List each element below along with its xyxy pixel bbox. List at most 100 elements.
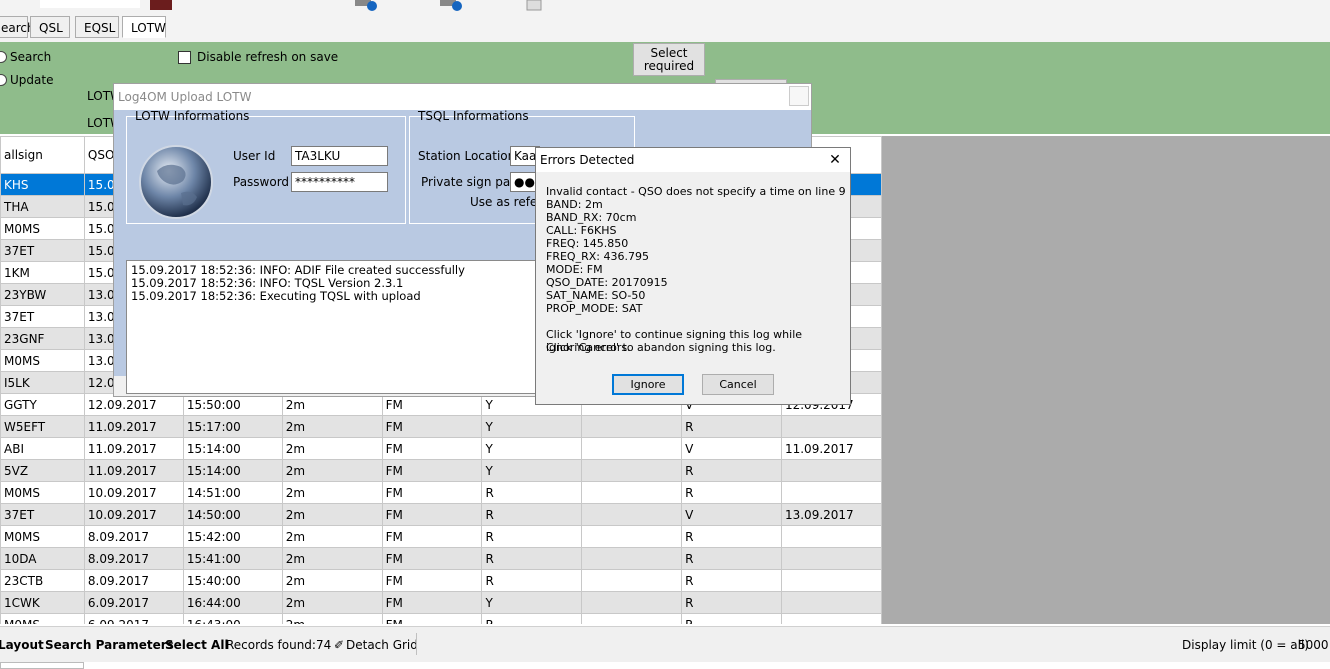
toolbar-field[interactable] <box>40 0 140 8</box>
book-icon[interactable] <box>150 0 172 10</box>
select-required-button[interactable]: Select required <box>633 43 705 76</box>
table-cell: 15:14:00 <box>182 459 283 482</box>
table-cell: 8.09.2017 <box>83 569 184 592</box>
table-cell: 8.09.2017 <box>83 547 184 570</box>
display-limit-value[interactable]: 5000 <box>1298 638 1329 652</box>
table-cell: 10.09.2017 <box>83 503 184 526</box>
error-line: BAND_RX: 70cm <box>546 211 637 224</box>
table-cell: R <box>481 481 583 504</box>
errors-dialog-title: Errors Detected <box>540 153 635 167</box>
table-cell: I5LK <box>0 371 85 394</box>
error-line: MODE: FM <box>546 263 603 276</box>
error-line: CALL: F6KHS <box>546 224 617 237</box>
table-cell: THA <box>0 195 85 218</box>
tab-search[interactable]: earch <box>0 16 35 38</box>
table-cell: 11.09.2017 <box>780 437 882 460</box>
radio-update[interactable] <box>0 74 7 86</box>
search-parameters-button[interactable]: Search Parameters <box>45 638 174 652</box>
tsql-info-title: TSQL Informations <box>418 109 529 123</box>
table-cell: R <box>681 481 782 504</box>
private-sign-label: Private sign pass <box>421 175 523 189</box>
table-cell: ABI <box>0 437 85 460</box>
table-cell <box>780 415 882 438</box>
records-found-label: Records found: <box>226 638 316 652</box>
table-cell: V <box>681 503 782 526</box>
table-cell: 5VZ <box>0 459 85 482</box>
download-icon-2[interactable] <box>440 0 462 12</box>
table-cell: FM <box>381 459 483 482</box>
table-cell: FM <box>381 569 483 592</box>
close-icon[interactable]: ✕ <box>826 151 844 169</box>
table-cell: R <box>481 547 583 570</box>
tab-eqsl[interactable]: EQSL <box>75 16 119 38</box>
layout-button[interactable]: Layout <box>0 638 44 652</box>
table-cell: 6.09.2017 <box>83 591 184 614</box>
radio-search[interactable] <box>0 51 7 63</box>
upload-log[interactable]: 15.09.2017 18:52:36: INFO: ADIF File cre… <box>126 260 546 394</box>
table-cell: FM <box>381 437 483 460</box>
table-cell <box>780 569 882 592</box>
error-line: BAND: 2m <box>546 198 603 211</box>
table-cell: 37ET <box>0 305 85 328</box>
table-row[interactable]: 23CTB 8.09.2017 15:40:00 2m FM R R <box>0 569 882 592</box>
table-row[interactable]: W5EFT 11.09.2017 15:17:00 2m FM Y R <box>0 415 882 438</box>
lotw-info-title: LOTW Informations <box>135 109 250 123</box>
table-cell: 16:44:00 <box>182 591 283 614</box>
close-icon[interactable] <box>789 86 809 106</box>
error-line: Invalid contact - QSO does not specify a… <box>546 185 846 198</box>
table-cell: 2m <box>281 613 383 624</box>
table-cell: 37ET <box>0 503 85 526</box>
table-row[interactable]: ABI 11.09.2017 15:14:00 2m FM Y V 11.09.2017 <box>0 437 882 460</box>
table-row[interactable]: 1CWK 6.09.2017 16:44:00 2m FM Y R <box>0 591 882 614</box>
document-icon[interactable] <box>525 0 547 12</box>
cancel-button[interactable]: Cancel <box>702 374 774 395</box>
log-line: 15.09.2017 18:52:36: Executing TQSL with… <box>131 289 421 303</box>
table-cell: R <box>681 613 782 624</box>
table-cell: Y <box>481 437 583 460</box>
table-cell: 2m <box>281 437 383 460</box>
download-icon[interactable] <box>355 0 377 12</box>
table-cell: R <box>681 569 782 592</box>
table-cell: 11.09.2017 <box>83 415 184 438</box>
table-cell: M0MS <box>0 481 85 504</box>
errors-detected-dialog: Errors Detected ✕ Invalid contact - QSO … <box>535 147 851 405</box>
table-row[interactable]: M0MS 8.09.2017 15:42:00 2m FM R R <box>0 525 882 548</box>
table-cell: 1CWK <box>0 591 85 614</box>
table-cell: Y <box>481 415 583 438</box>
table-cell <box>581 437 683 460</box>
user-id-input[interactable]: TA3LKU <box>291 146 388 166</box>
detach-grid-button[interactable]: Detach Grid <box>346 638 418 652</box>
table-cell: R <box>681 525 782 548</box>
table-row[interactable]: 10DA 8.09.2017 15:41:00 2m FM R R <box>0 547 882 570</box>
bottom-edge <box>0 662 1330 669</box>
error-line: FREQ_RX: 436.795 <box>546 250 649 263</box>
table-row[interactable]: 37ET 10.09.2017 14:50:00 2m FM R V 13.09.2017 <box>0 503 882 526</box>
grid-header-cell[interactable]: allsign <box>0 136 85 174</box>
password-label: Password <box>233 175 290 189</box>
table-cell: M0MS <box>0 613 85 624</box>
disable-refresh-label: Disable refresh on save <box>197 50 339 64</box>
bottom-tab[interactable] <box>0 662 84 669</box>
table-row[interactable]: M0MS 10.09.2017 14:51:00 2m FM R R <box>0 481 882 504</box>
table-cell: 10.09.2017 <box>83 481 184 504</box>
table-cell <box>780 525 882 548</box>
select-all-button[interactable]: Select All <box>165 638 229 652</box>
table-cell: GGTY <box>0 393 85 416</box>
table-cell: 15:42:00 <box>182 525 283 548</box>
ignore-button[interactable]: Ignore <box>612 374 684 395</box>
table-cell: M0MS <box>0 217 85 240</box>
tab-strip: earch QSL EQSL LOTW <box>0 14 1330 42</box>
table-row[interactable]: 5VZ 11.09.2017 15:14:00 2m FM Y R <box>0 459 882 482</box>
disable-refresh-checkbox[interactable] <box>178 51 191 64</box>
table-cell: R <box>481 525 583 548</box>
table-cell: FM <box>381 415 483 438</box>
password-input[interactable]: ********** <box>291 172 388 192</box>
table-cell: 13.09.2017 <box>780 503 882 526</box>
tab-lotw[interactable]: LOTW <box>122 16 166 38</box>
table-cell: 23CTB <box>0 569 85 592</box>
errors-dialog-titlebar: Errors Detected <box>536 148 850 172</box>
table-cell: 2m <box>281 525 383 548</box>
table-row[interactable]: M0MS6.09.201716:43:002mFMRR <box>0 613 882 624</box>
tab-qsl[interactable]: QSL <box>30 16 70 38</box>
table-cell <box>581 569 683 592</box>
